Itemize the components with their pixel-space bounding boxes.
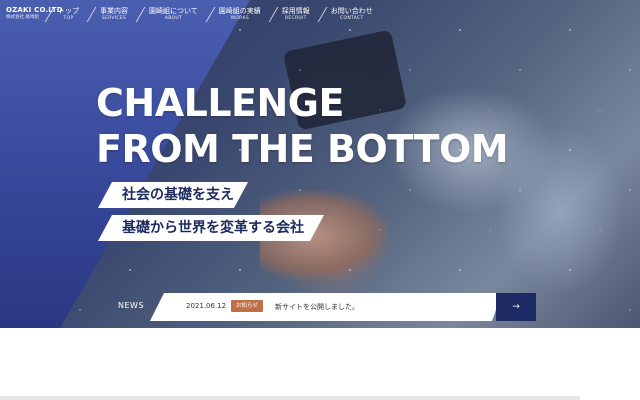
nav-menu: トップ TOP 事業内容 SERVICES 園崎組について ABOUT 園崎組の… (46, 6, 382, 21)
nav-item-works[interactable]: 園崎組の実績 WORKS (207, 6, 270, 21)
section-divider (0, 396, 580, 400)
nav-item-contact[interactable]: お問い合わせ CONTACT (319, 6, 382, 21)
news-category-badge: お知らせ (231, 300, 263, 312)
nav-sublabel: TOP (63, 16, 74, 21)
arrow-right-icon: → (512, 302, 520, 312)
hero-tagline-1: 社会の基礎を支え (98, 182, 248, 208)
hero-tagline-2: 基礎から世界を変革する会社 (98, 215, 324, 241)
nav-label: 事業内容 (100, 7, 128, 15)
nav-sublabel: SERVICES (101, 16, 127, 21)
hero-section: OZAKI CO.LTD 株式会社 尾崎組 トップ TOP 事業内容 SERVI… (0, 0, 640, 328)
nav-label: お問い合わせ (330, 7, 373, 15)
logo-name: OZAKI CO.LTD (6, 6, 63, 14)
nav-sublabel: ABOUT (164, 16, 182, 21)
news-bar: NEWS 2021.06.12 お知らせ 新サイトを公開しました。 → (0, 293, 536, 321)
nav-sublabel: WORKS (230, 16, 250, 21)
nav-sublabel: RECRUIT (284, 16, 307, 21)
headline-line-2: FROM THE BOTTOM (96, 127, 509, 171)
nav-item-about[interactable]: 園崎組について ABOUT (137, 6, 207, 21)
nav-label: 採用情報 (281, 7, 310, 15)
nav-sublabel: CONTACT (340, 16, 364, 21)
nav-item-top[interactable]: トップ TOP (46, 6, 88, 21)
nav-item-services[interactable]: 事業内容 SERVICES (88, 6, 137, 21)
top-navigation: OZAKI CO.LTD 株式会社 尾崎組 トップ TOP 事業内容 SERVI… (0, 0, 640, 32)
nav-item-recruit[interactable]: 採用情報 RECRUIT (270, 6, 319, 21)
logo-subtitle: 株式会社 尾崎組 (6, 15, 39, 20)
nav-label: 園崎組について (149, 7, 198, 15)
nav-label: トップ (58, 7, 79, 15)
news-item[interactable]: 2021.06.12 お知らせ 新サイトを公開しました。 (150, 293, 502, 321)
headline-line-1: CHALLENGE (96, 81, 344, 125)
news-more-button[interactable]: → (496, 293, 536, 321)
news-date: 2021.06.12 (186, 302, 227, 310)
company-logo[interactable]: OZAKI CO.LTD 株式会社 尾崎組 (6, 6, 63, 20)
news-label: NEWS (118, 301, 145, 310)
nav-label: 園崎組の実績 (218, 7, 261, 15)
news-title-link[interactable]: 新サイトを公開しました。 (275, 302, 359, 312)
hero-headline: CHALLENGE FROM THE BOTTOM (96, 80, 509, 172)
